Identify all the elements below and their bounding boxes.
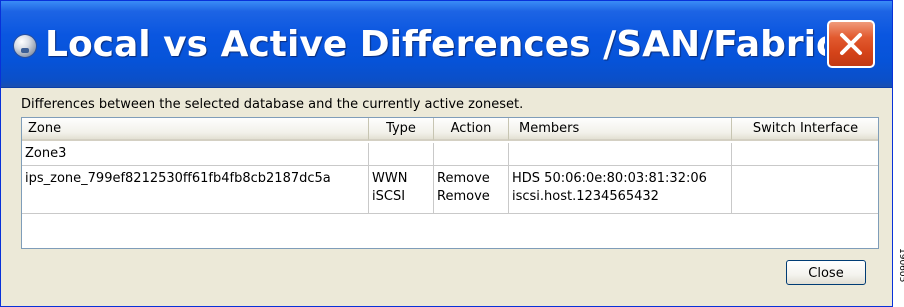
close-icon [840, 33, 862, 55]
table-row-ips-zone-switch-interface [732, 166, 878, 214]
table-row-zone3-zone[interactable]: Zone3 [22, 143, 369, 166]
differences-table[interactable]: Zone Type Action Members Switch Interfac… [21, 117, 879, 249]
close-window-button[interactable] [827, 20, 875, 68]
table-row-zone3-action [434, 143, 509, 166]
table-row-ips-zone-type: WWN iSCSI [369, 166, 434, 214]
watermark-text: 190605 [897, 248, 904, 283]
action-remove-2: Remove [437, 189, 490, 204]
type-wwn: WWN [372, 171, 408, 186]
close-button[interactable]: Close [786, 260, 866, 285]
action-remove-1: Remove [437, 171, 490, 186]
description-text: Differences between the selected databas… [21, 97, 524, 112]
member-iscsi-host: iscsi.host.1234565432 [512, 189, 659, 204]
column-header-type[interactable]: Type [369, 118, 434, 141]
column-header-members[interactable]: Members [509, 118, 732, 141]
table-row-zone3-type [369, 143, 434, 166]
column-header-action[interactable]: Action [434, 118, 509, 141]
type-iscsi: iSCSI [372, 189, 406, 204]
app-globe-icon [14, 35, 36, 57]
table-row-ips-zone-zone[interactable]: ips_zone_799ef8212530ff61fb4fb8cb2187dc5… [22, 166, 369, 214]
differences-dialog: Local vs Active Differences /SAN/Fabric … [0, 0, 893, 307]
figure-id-watermark: 190605 [893, 240, 904, 307]
column-header-zone[interactable]: Zone [22, 118, 369, 141]
column-header-switch-interface[interactable]: Switch Interface [732, 118, 878, 141]
member-hds: HDS 50:06:0e:80:03:81:32:06 [512, 171, 707, 186]
table-row-ips-zone-action: Remove Remove [434, 166, 509, 214]
table-row-zone3-members [509, 143, 732, 166]
title-bar[interactable]: Local vs Active Differences /SAN/Fabric … [1, 1, 892, 88]
window-title: Local vs Active Differences /SAN/Fabric … [45, 24, 825, 65]
table-row-ips-zone-members: HDS 50:06:0e:80:03:81:32:06 iscsi.host.1… [509, 166, 732, 214]
table-row-zone3-switch-interface [732, 143, 878, 166]
